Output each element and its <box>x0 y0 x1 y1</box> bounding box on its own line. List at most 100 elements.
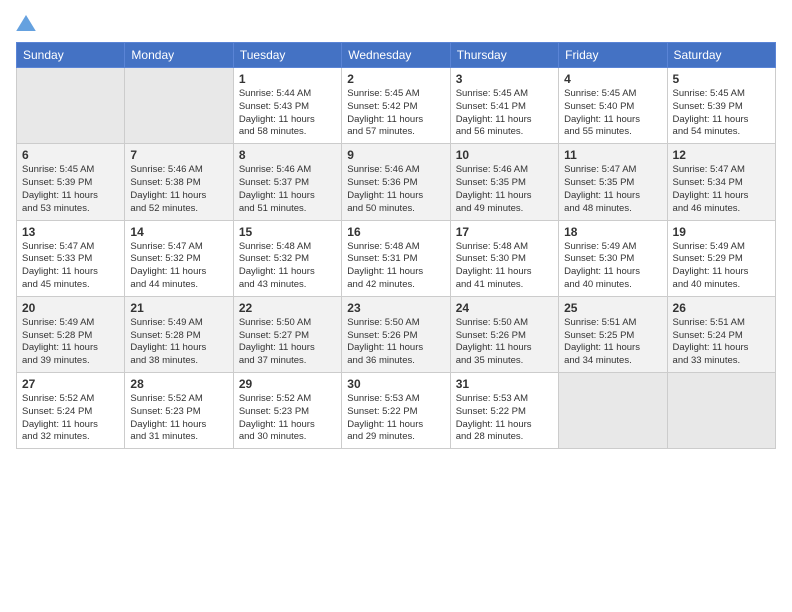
calendar-cell <box>559 373 667 449</box>
calendar-cell: 3Sunrise: 5:45 AM Sunset: 5:41 PM Daylig… <box>450 68 558 144</box>
calendar-cell: 9 Sunrise: 5:46 AM Sunset: 5:36 PM Daylig… <box>342 144 450 220</box>
calendar-cell: 7 Sunrise: 5:46 AM Sunset: 5:38 PM Daylig… <box>125 144 233 220</box>
day-number: 4 <box>564 72 661 86</box>
calendar-cell: 28 Sunrise: 5:52 AM Sunset: 5:23 PM Dayli… <box>125 373 233 449</box>
calendar-cell: 2 Sunrise: 5:45 AM Sunset: 5:42 PM Daylig… <box>342 68 450 144</box>
day-info: Sunrise: 5:49 AM Sunset: 5:28 PM Dayligh… <box>22 317 119 368</box>
calendar-cell: 22 Sunrise: 5:50 AM Sunset: 5:27 PM Dayli… <box>233 296 341 372</box>
day-info: Sunrise: 5:49 AM Sunset: 5:30 PM Dayligh… <box>564 241 661 292</box>
day-info: Sunrise: 5:48 AM Sunset: 5:31 PM Dayligh… <box>347 241 444 292</box>
weekday-header-row: SundayMondayTuesdayWednesdayThursdayFrid… <box>17 43 776 68</box>
calendar-cell: 25 Sunrise: 5:51 AM Sunset: 5:25 PM Dayli… <box>559 296 667 372</box>
day-info: Sunrise: 5:51 AM Sunset: 5:25 PM Dayligh… <box>564 317 661 368</box>
day-number: 21 <box>130 301 227 315</box>
calendar-cell: 19Sunrise: 5:49 AM Sunset: 5:29 PM Dayli… <box>667 220 775 296</box>
day-info: Sunrise: 5:53 AM Sunset: 5:22 PM Dayligh… <box>456 393 553 444</box>
calendar-cell: 6 Sunrise: 5:45 AM Sunset: 5:39 PM Daylig… <box>17 144 125 220</box>
calendar-cell: 30 Sunrise: 5:53 AM Sunset: 5:22 PM Dayli… <box>342 373 450 449</box>
day-number: 23 <box>347 301 444 315</box>
day-info: Sunrise: 5:47 AM Sunset: 5:34 PM Dayligh… <box>673 164 770 215</box>
weekday-header-thursday: Thursday <box>450 43 558 68</box>
header <box>16 16 776 34</box>
calendar-cell: 12 Sunrise: 5:47 AM Sunset: 5:34 PM Dayli… <box>667 144 775 220</box>
day-number: 5 <box>673 72 770 86</box>
day-info: Sunrise: 5:46 AM Sunset: 5:36 PM Dayligh… <box>347 164 444 215</box>
day-info: Sunrise: 5:51 AM Sunset: 5:24 PM Dayligh… <box>673 317 770 368</box>
day-number: 17 <box>456 225 553 239</box>
calendar: SundayMondayTuesdayWednesdayThursdayFrid… <box>16 42 776 449</box>
day-number: 9 <box>347 148 444 162</box>
weekday-header-friday: Friday <box>559 43 667 68</box>
day-info: Sunrise: 5:47 AM Sunset: 5:32 PM Dayligh… <box>130 241 227 292</box>
day-number: 13 <box>22 225 119 239</box>
logo <box>16 16 40 34</box>
day-info: Sunrise: 5:47 AM Sunset: 5:33 PM Dayligh… <box>22 241 119 292</box>
day-info: Sunrise: 5:45 AM Sunset: 5:39 PM Dayligh… <box>673 88 770 139</box>
weekday-header-sunday: Sunday <box>17 43 125 68</box>
day-number: 2 <box>347 72 444 86</box>
day-number: 3 <box>456 72 553 86</box>
day-number: 24 <box>456 301 553 315</box>
day-number: 19 <box>673 225 770 239</box>
day-number: 11 <box>564 148 661 162</box>
calendar-cell: 5 Sunrise: 5:45 AM Sunset: 5:39 PM Daylig… <box>667 68 775 144</box>
weekday-header-monday: Monday <box>125 43 233 68</box>
calendar-cell <box>667 373 775 449</box>
calendar-cell <box>17 68 125 144</box>
day-info: Sunrise: 5:52 AM Sunset: 5:23 PM Dayligh… <box>130 393 227 444</box>
weekday-header-tuesday: Tuesday <box>233 43 341 68</box>
day-number: 10 <box>456 148 553 162</box>
day-number: 1 <box>239 72 336 86</box>
day-info: Sunrise: 5:46 AM Sunset: 5:37 PM Dayligh… <box>239 164 336 215</box>
week-row-2: 6 Sunrise: 5:45 AM Sunset: 5:39 PM Daylig… <box>17 144 776 220</box>
day-number: 8 <box>239 148 336 162</box>
calendar-cell: 20 Sunrise: 5:49 AM Sunset: 5:28 PM Dayli… <box>17 296 125 372</box>
day-number: 29 <box>239 377 336 391</box>
day-info: Sunrise: 5:45 AM Sunset: 5:42 PM Dayligh… <box>347 88 444 139</box>
calendar-cell: 14 Sunrise: 5:47 AM Sunset: 5:32 PM Dayli… <box>125 220 233 296</box>
day-info: Sunrise: 5:53 AM Sunset: 5:22 PM Dayligh… <box>347 393 444 444</box>
day-number: 28 <box>130 377 227 391</box>
day-number: 12 <box>673 148 770 162</box>
day-info: Sunrise: 5:45 AM Sunset: 5:39 PM Dayligh… <box>22 164 119 215</box>
day-number: 20 <box>22 301 119 315</box>
calendar-cell: 15 Sunrise: 5:48 AM Sunset: 5:32 PM Dayli… <box>233 220 341 296</box>
week-row-5: 27Sunrise: 5:52 AM Sunset: 5:24 PM Dayli… <box>17 373 776 449</box>
weekday-header-saturday: Saturday <box>667 43 775 68</box>
day-info: Sunrise: 5:52 AM Sunset: 5:23 PM Dayligh… <box>239 393 336 444</box>
day-info: Sunrise: 5:44 AM Sunset: 5:43 PM Dayligh… <box>239 88 336 139</box>
week-row-4: 20 Sunrise: 5:49 AM Sunset: 5:28 PM Dayli… <box>17 296 776 372</box>
day-info: Sunrise: 5:45 AM Sunset: 5:40 PM Dayligh… <box>564 88 661 139</box>
day-number: 6 <box>22 148 119 162</box>
day-info: Sunrise: 5:52 AM Sunset: 5:24 PM Dayligh… <box>22 393 119 444</box>
day-info: Sunrise: 5:50 AM Sunset: 5:27 PM Dayligh… <box>239 317 336 368</box>
day-info: Sunrise: 5:46 AM Sunset: 5:38 PM Dayligh… <box>130 164 227 215</box>
calendar-cell: 26Sunrise: 5:51 AM Sunset: 5:24 PM Dayli… <box>667 296 775 372</box>
day-number: 22 <box>239 301 336 315</box>
calendar-cell: 8 Sunrise: 5:46 AM Sunset: 5:37 PM Daylig… <box>233 144 341 220</box>
calendar-cell: 21Sunrise: 5:49 AM Sunset: 5:28 PM Dayli… <box>125 296 233 372</box>
calendar-cell: 1 Sunrise: 5:44 AM Sunset: 5:43 PM Daylig… <box>233 68 341 144</box>
day-info: Sunrise: 5:50 AM Sunset: 5:26 PM Dayligh… <box>347 317 444 368</box>
day-info: Sunrise: 5:48 AM Sunset: 5:32 PM Dayligh… <box>239 241 336 292</box>
calendar-cell: 31 Sunrise: 5:53 AM Sunset: 5:22 PM Dayli… <box>450 373 558 449</box>
calendar-cell: 27Sunrise: 5:52 AM Sunset: 5:24 PM Dayli… <box>17 373 125 449</box>
calendar-cell: 16 Sunrise: 5:48 AM Sunset: 5:31 PM Dayli… <box>342 220 450 296</box>
day-number: 14 <box>130 225 227 239</box>
day-number: 25 <box>564 301 661 315</box>
day-info: Sunrise: 5:50 AM Sunset: 5:26 PM Dayligh… <box>456 317 553 368</box>
calendar-cell: 10Sunrise: 5:46 AM Sunset: 5:35 PM Dayli… <box>450 144 558 220</box>
day-number: 7 <box>130 148 227 162</box>
calendar-cell: 23 Sunrise: 5:50 AM Sunset: 5:26 PM Dayli… <box>342 296 450 372</box>
day-number: 16 <box>347 225 444 239</box>
calendar-cell: 11Sunrise: 5:47 AM Sunset: 5:35 PM Dayli… <box>559 144 667 220</box>
calendar-cell: 29 Sunrise: 5:52 AM Sunset: 5:23 PM Dayli… <box>233 373 341 449</box>
calendar-cell: 18 Sunrise: 5:49 AM Sunset: 5:30 PM Dayli… <box>559 220 667 296</box>
week-row-3: 13 Sunrise: 5:47 AM Sunset: 5:33 PM Dayli… <box>17 220 776 296</box>
calendar-cell: 17Sunrise: 5:48 AM Sunset: 5:30 PM Dayli… <box>450 220 558 296</box>
calendar-cell: 24 Sunrise: 5:50 AM Sunset: 5:26 PM Dayli… <box>450 296 558 372</box>
day-number: 31 <box>456 377 553 391</box>
day-number: 18 <box>564 225 661 239</box>
day-number: 30 <box>347 377 444 391</box>
day-number: 15 <box>239 225 336 239</box>
